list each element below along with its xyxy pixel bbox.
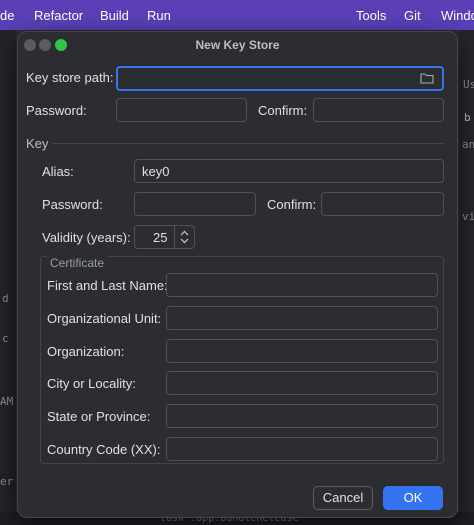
menu-item-code[interactable]: de bbox=[0, 8, 14, 23]
dialog-title: New Key Store bbox=[195, 38, 280, 52]
key-confirm-input[interactable] bbox=[321, 192, 444, 216]
spinner-up-icon[interactable] bbox=[180, 230, 189, 236]
keystore-confirm-input[interactable] bbox=[313, 98, 444, 122]
cancel-button[interactable]: Cancel bbox=[313, 486, 373, 510]
key-section-label: Key bbox=[26, 136, 49, 151]
first-last-name-input[interactable] bbox=[166, 273, 438, 297]
alias-input[interactable]: key0 bbox=[134, 159, 444, 183]
ide-text-fragment: an bbox=[462, 138, 474, 151]
keystore-path-input[interactable] bbox=[116, 66, 444, 91]
key-section-divider bbox=[52, 143, 444, 144]
ide-menubar: de Refactor Build Run Tools Git Windo bbox=[0, 0, 474, 30]
menu-item-refactor[interactable]: Refactor bbox=[34, 8, 83, 23]
validity-value: 25 bbox=[153, 230, 168, 245]
key-password-label: Password: bbox=[42, 197, 103, 212]
first-last-name-label: First and Last Name: bbox=[47, 278, 168, 293]
city-locality-input[interactable] bbox=[166, 371, 438, 395]
organization-label: Organization: bbox=[47, 344, 125, 359]
organizational-unit-input[interactable] bbox=[166, 306, 438, 330]
validity-label: Validity (years): bbox=[42, 230, 131, 245]
ide-left-panel bbox=[0, 30, 16, 525]
ide-text-fragment: c bbox=[2, 332, 9, 345]
keystore-password-input[interactable] bbox=[116, 98, 247, 122]
ide-text-fragment: Us bbox=[463, 78, 474, 91]
menu-item-run[interactable]: Run bbox=[147, 8, 171, 23]
key-password-input[interactable] bbox=[134, 192, 256, 216]
spinner-arrows[interactable] bbox=[174, 226, 194, 248]
ide-text-fragment: er bbox=[0, 475, 14, 488]
ide-right-panel bbox=[460, 30, 474, 525]
certificate-group-title: Certificate bbox=[47, 256, 108, 270]
city-locality-label: City or Locality: bbox=[47, 376, 136, 391]
keystore-password-label: Password: bbox=[26, 103, 87, 118]
ide-text-fragment: vi bbox=[462, 210, 474, 223]
alias-label: Alias: bbox=[42, 164, 74, 179]
organization-input[interactable] bbox=[166, 339, 438, 363]
keystore-path-label: Key store path: bbox=[26, 70, 114, 85]
folder-icon[interactable] bbox=[420, 72, 434, 84]
menu-item-tools[interactable]: Tools bbox=[356, 8, 386, 23]
key-confirm-label: Confirm: bbox=[267, 197, 317, 212]
ide-text-fragment: d bbox=[2, 292, 9, 305]
state-province-label: State or Province: bbox=[47, 409, 151, 424]
new-key-store-dialog: New Key Store Key store path: Password: … bbox=[17, 31, 458, 518]
keystore-confirm-label: Confirm: bbox=[258, 103, 308, 118]
menu-item-build[interactable]: Build bbox=[100, 8, 129, 23]
ide-text-fragment: b bbox=[464, 111, 471, 124]
country-code-label: Country Code (XX): bbox=[47, 442, 161, 457]
validity-spinner[interactable]: 25 bbox=[134, 225, 195, 249]
menu-item-window[interactable]: Windo bbox=[441, 8, 474, 23]
spinner-down-icon[interactable] bbox=[180, 238, 189, 244]
organizational-unit-label: Organizational Unit: bbox=[47, 311, 162, 326]
menu-item-git[interactable]: Git bbox=[404, 8, 421, 23]
ok-button[interactable]: OK bbox=[383, 486, 443, 510]
ide-text-fragment: AM bbox=[0, 395, 14, 408]
state-province-input[interactable] bbox=[166, 404, 438, 428]
dialog-titlebar: New Key Store bbox=[18, 32, 457, 58]
country-code-input[interactable] bbox=[166, 437, 438, 461]
